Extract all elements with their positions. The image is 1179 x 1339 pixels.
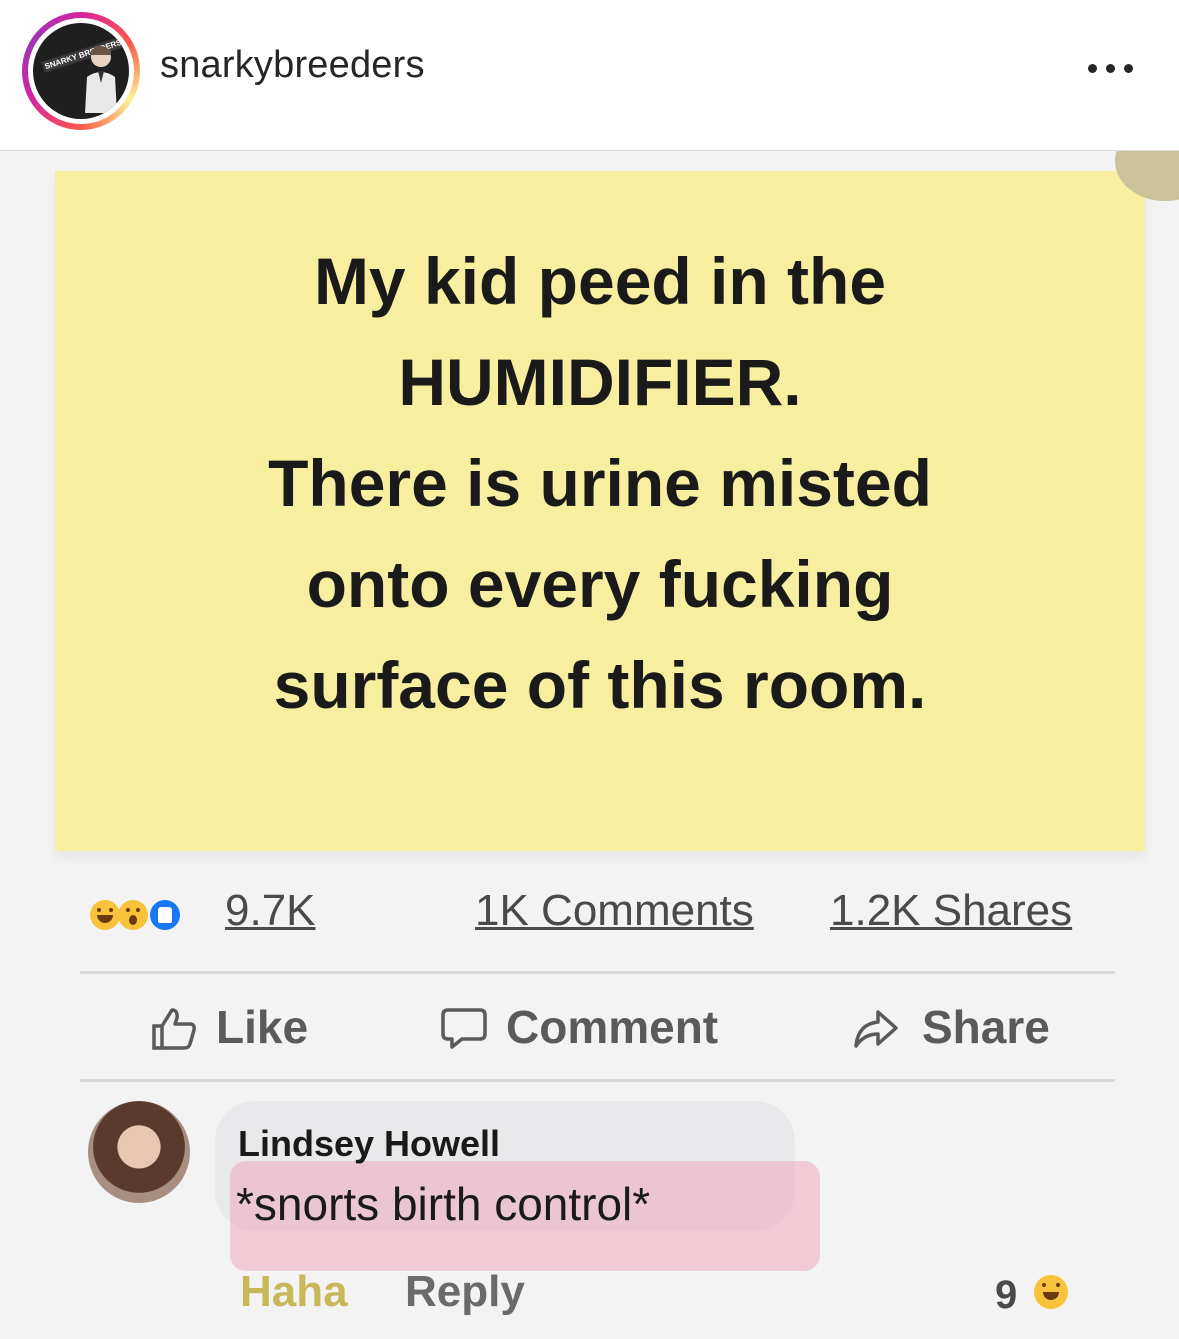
status-line: surface of this room. <box>273 648 927 722</box>
comment-label: Comment <box>506 1001 719 1053</box>
avatar-image: SNARKY BREEDERS <box>33 23 129 119</box>
reaction-icons[interactable] <box>90 894 200 934</box>
share-button[interactable]: Share <box>852 996 1082 1056</box>
post-image[interactable]: My kid peed in the HUMIDIFIER. There is … <box>0 151 1179 1339</box>
like-label: Like <box>216 1001 309 1053</box>
eye-shape <box>136 908 140 912</box>
comment-text: *snorts birth control* <box>236 1178 651 1230</box>
eye-shape <box>126 908 130 912</box>
like-reaction-icon <box>150 900 180 930</box>
avatar-figure-icon <box>85 46 117 113</box>
mouth-shape <box>1043 1292 1059 1300</box>
corner-shape <box>1115 151 1179 201</box>
mouth-shape <box>129 915 137 925</box>
status-card: My kid peed in the HUMIDIFIER. There is … <box>55 151 1179 851</box>
ellipsis-icon-dot <box>1124 64 1133 73</box>
commenter-avatar[interactable] <box>88 1101 190 1203</box>
eye-shape <box>109 908 113 912</box>
comments-count-link[interactable]: 1K Comments <box>475 886 754 936</box>
avatar-inner-ring: SNARKY BREEDERS <box>28 18 134 124</box>
profile-avatar[interactable]: SNARKY BREEDERS <box>22 12 140 130</box>
reaction-count[interactable]: 9.7K <box>225 886 316 936</box>
comment-button[interactable]: Comment <box>440 996 760 1056</box>
post-header: SNARKY BREEDERS snarkybreeders <box>0 0 1179 151</box>
mouth-shape <box>97 915 113 923</box>
username[interactable]: snarkybreeders <box>160 44 425 87</box>
comment-reply-button[interactable]: Reply <box>405 1267 525 1317</box>
post-stats: 9.7K 1K Comments 1.2K Shares <box>80 886 1120 946</box>
wow-reaction-icon <box>118 900 148 930</box>
shares-count-link[interactable]: 1.2K Shares <box>830 886 1072 936</box>
thumbs-up-icon <box>152 1008 196 1050</box>
divider <box>80 971 1115 974</box>
haha-reaction-icon <box>90 900 120 930</box>
like-button[interactable]: Like <box>150 996 330 1056</box>
eye-shape <box>97 908 101 912</box>
eye-shape <box>1042 1283 1046 1287</box>
more-options-button[interactable] <box>1080 48 1140 88</box>
status-line: onto every fucking <box>306 547 894 621</box>
comment-reaction-count: 9 <box>995 1273 1018 1317</box>
ellipsis-icon-dot <box>1106 64 1115 73</box>
comment-haha-button[interactable]: Haha <box>240 1267 348 1317</box>
status-line: There is urine misted <box>268 446 932 520</box>
divider <box>80 1079 1115 1082</box>
ellipsis-icon <box>1088 64 1097 73</box>
status-text: My kid peed in the HUMIDIFIER. There is … <box>55 231 1145 736</box>
haha-reaction-icon <box>1034 1275 1068 1309</box>
status-line: My kid peed in the <box>313 244 887 318</box>
status-line: HUMIDIFIER. <box>398 345 802 419</box>
share-arrow-icon <box>854 1010 898 1048</box>
share-label: Share <box>922 1001 1050 1053</box>
comment-author[interactable]: Lindsey Howell <box>238 1123 500 1165</box>
speech-bubble-icon <box>441 1008 487 1049</box>
thumb-shape <box>158 907 172 923</box>
eye-shape <box>1056 1283 1060 1287</box>
